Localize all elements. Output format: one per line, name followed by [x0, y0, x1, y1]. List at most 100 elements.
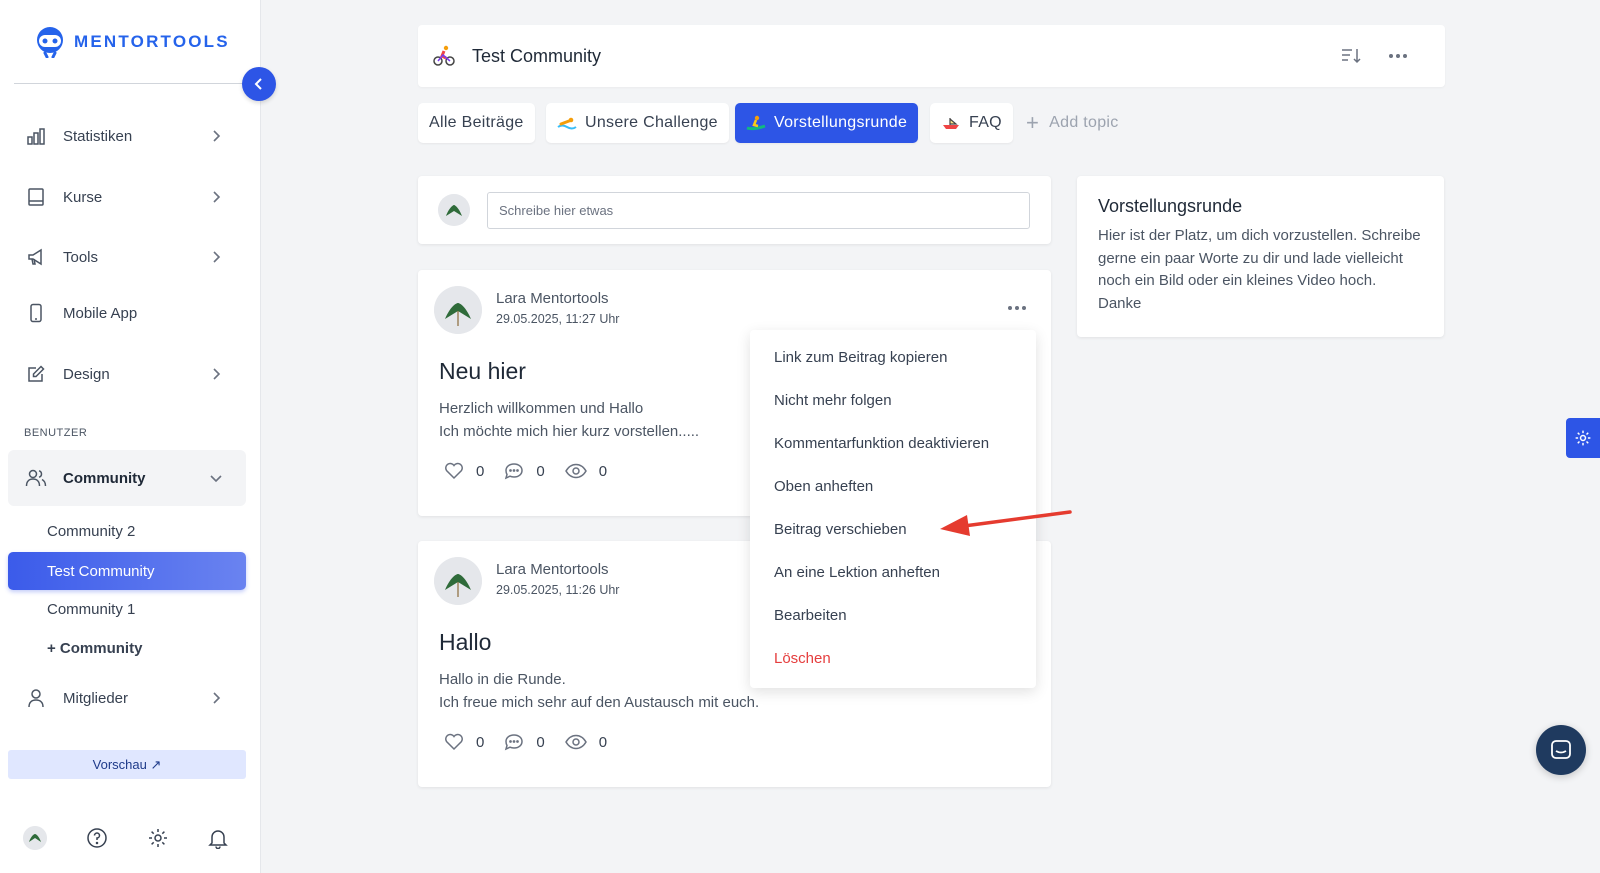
chat-icon — [1551, 740, 1571, 759]
nav-mobile-app[interactable]: Mobile App — [8, 291, 246, 335]
post-body-line: Ich freue mich sehr auf den Austausch mi… — [439, 693, 760, 711]
add-topic-button[interactable]: + Add topic — [1026, 103, 1119, 143]
composer-input[interactable] — [487, 192, 1030, 229]
post-body-line: Ich möchte mich hier kurz vorstellen....… — [439, 422, 700, 440]
comment-count: 0 — [536, 733, 545, 751]
book-icon — [25, 186, 47, 208]
pencil-icon — [25, 363, 47, 385]
post-more-icon[interactable] — [1005, 298, 1029, 318]
nav-mitglieder[interactable]: Mitglieder — [8, 676, 246, 720]
nav-tools[interactable]: Tools — [8, 235, 246, 279]
boat-emoji-icon — [943, 118, 959, 129]
sidebar-item-community-2[interactable]: Community 2 — [8, 512, 246, 550]
tab-alle-beitraege[interactable]: Alle Beiträge — [418, 103, 535, 143]
gear-icon — [1575, 430, 1591, 446]
like-button[interactable]: 0 — [444, 462, 484, 480]
sort-icon[interactable] — [1339, 44, 1363, 68]
chat-launcher-button[interactable] — [1536, 725, 1586, 775]
post-body-line: Herzlich willkommen und Hallo — [439, 400, 644, 417]
tab-label: FAQ — [969, 114, 1002, 131]
post-date: 29.05.2025, 11:27 Uhr — [496, 312, 620, 326]
tab-vorstellungsrunde[interactable]: Vorstellungsrunde — [735, 103, 919, 143]
post-stats: 0 0 0 — [444, 462, 627, 480]
views-stat: 0 — [564, 462, 608, 480]
topic-info-text: Hier ist der Platz, um dich vorzustellen… — [1098, 227, 1421, 312]
tab-faq[interactable]: FAQ — [930, 103, 1013, 143]
avatar — [434, 557, 482, 605]
comment-icon — [505, 463, 524, 480]
tab-label: Vorstellungsrunde — [774, 114, 908, 131]
post-stats: 0 0 0 — [444, 733, 627, 751]
surfer-emoji-icon — [746, 115, 766, 131]
nav-label: Mobile App — [63, 304, 138, 322]
chevron-right-icon — [213, 692, 221, 704]
nav-label: Mitglieder — [63, 689, 129, 707]
eye-icon — [564, 734, 587, 750]
bar-chart-icon — [25, 125, 47, 147]
post-body: Herzlich willkommen und Hallo Ich möchte… — [439, 398, 699, 443]
comment-button[interactable]: 0 — [504, 733, 545, 751]
nav-design[interactable]: Design — [8, 352, 246, 396]
nav-label: Statistiken — [63, 127, 133, 145]
tab-unsere-challenge[interactable]: Unsere Challenge — [546, 103, 729, 143]
help-icon[interactable] — [85, 826, 109, 850]
like-button[interactable]: 0 — [444, 733, 484, 751]
add-community-link[interactable]: + Community — [8, 629, 246, 667]
add-topic-label: Add topic — [1049, 114, 1119, 131]
menu-pin-lesson[interactable]: An eine Lektion anheften — [750, 551, 1036, 594]
megaphone-icon — [25, 246, 47, 268]
avatar — [438, 194, 470, 226]
collapse-sidebar-button[interactable] — [242, 67, 276, 101]
user-avatar[interactable] — [23, 826, 47, 850]
bell-icon[interactable] — [206, 826, 230, 850]
sidebar-item-test-community[interactable]: Test Community — [8, 552, 246, 590]
tab-label: Unsere Challenge — [585, 114, 718, 131]
post-body-line: Hallo in die Runde. — [439, 671, 566, 688]
menu-copy-link[interactable]: Link zum Beitrag kopieren — [750, 336, 1036, 379]
topic-info-card: Vorstellungsrunde Hier ist der Platz, um… — [1077, 176, 1444, 337]
settings-icon[interactable] — [146, 826, 170, 850]
nav-statistiken[interactable]: Statistiken — [8, 114, 246, 158]
eye-icon — [564, 463, 587, 479]
more-options-icon[interactable] — [1386, 44, 1410, 68]
comment-icon — [505, 734, 524, 751]
divider — [14, 83, 244, 84]
views-stat: 0 — [564, 733, 608, 751]
nav-label: Community — [63, 469, 146, 487]
comment-button[interactable]: 0 — [504, 462, 545, 480]
plus-icon: + — [1026, 110, 1040, 135]
tab-label: Alle Beiträge — [429, 114, 524, 131]
nav-kurse[interactable]: Kurse — [8, 175, 246, 219]
topic-info-title: Vorstellungsrunde — [1098, 196, 1243, 216]
post-title: Hallo — [439, 629, 492, 655]
nav-community[interactable]: Community — [8, 450, 246, 506]
phone-icon — [25, 302, 47, 324]
page-title: Test Community — [472, 45, 602, 66]
preview-button[interactable]: Vorschau ↗ — [8, 750, 246, 779]
like-count: 0 — [476, 733, 485, 751]
chevron-right-icon — [213, 130, 221, 142]
comment-count: 0 — [536, 462, 545, 480]
chevron-left-icon — [254, 78, 262, 90]
post-author: Lara Mentortools — [496, 290, 609, 307]
view-count: 0 — [598, 462, 608, 480]
view-count: 0 — [598, 733, 608, 751]
menu-unfollow[interactable]: Nicht mehr folgen — [750, 379, 1036, 422]
menu-delete[interactable]: Löschen — [750, 637, 1036, 680]
annotation-arrow-icon — [940, 510, 1072, 536]
floating-settings-button[interactable] — [1566, 418, 1600, 458]
sidebar: MENTORTOOLS Statistiken Kurse Tools Mobi… — [0, 0, 261, 873]
post-body: Hallo in die Runde. Ich freue mich sehr … — [439, 669, 759, 714]
menu-disable-comments[interactable]: Kommentarfunktion deaktivieren — [750, 422, 1036, 465]
post-date: 29.05.2025, 11:26 Uhr — [496, 583, 620, 597]
chevron-right-icon — [213, 368, 221, 380]
nav-label: Design — [63, 365, 110, 383]
like-count: 0 — [476, 462, 485, 480]
chevron-down-icon — [210, 475, 222, 483]
menu-edit[interactable]: Bearbeiten — [750, 594, 1036, 637]
logo-text: MENTORTOOLS — [74, 32, 230, 51]
logo[interactable]: MENTORTOOLS — [34, 26, 230, 58]
chevron-right-icon — [213, 191, 221, 203]
sidebar-item-community-1[interactable]: Community 1 — [8, 590, 246, 628]
user-icon — [25, 687, 47, 709]
